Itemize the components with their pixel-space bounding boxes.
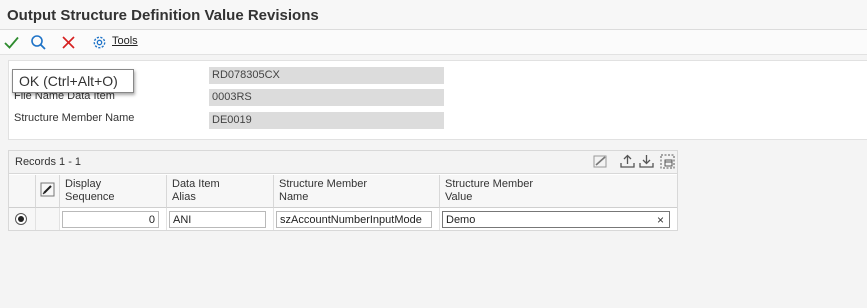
col-head-display-sequence[interactable]: Display Sequence <box>60 175 167 208</box>
col-head-structure-member-value[interactable]: Structure Member Value <box>440 175 677 208</box>
col-head-data-item-alias[interactable]: Data Item Alias <box>167 175 274 208</box>
export-upload-icon[interactable] <box>619 153 636 170</box>
structure-member-value-text: Demo <box>446 214 476 226</box>
data-item-alias-input[interactable]: ANI <box>169 211 266 228</box>
tools-menu-button[interactable]: Tools <box>112 35 138 47</box>
col-head-structure-member-name[interactable]: Structure Member Name <box>274 175 440 208</box>
table-row-structure-member-value-cell: Demo × <box>440 208 677 230</box>
col-head-select <box>9 175 36 208</box>
grid-header-bar: Records 1 - 1 <box>9 151 677 174</box>
table-row-structure-member-name-cell: szAccountNumberInputMode <box>274 208 440 230</box>
col-head-edit <box>36 175 60 208</box>
ok-check-icon[interactable] <box>3 34 20 51</box>
table-row-edit-cell <box>36 208 60 230</box>
structure-member-value-input[interactable]: Demo × <box>442 211 670 228</box>
page-title: Output Structure Definition Value Revisi… <box>7 7 319 24</box>
title-bar: Output Structure Definition Value Revisi… <box>0 0 867 30</box>
row-select-radio[interactable] <box>15 213 27 225</box>
import-download-icon[interactable] <box>638 153 655 170</box>
find-search-icon[interactable] <box>30 34 47 51</box>
table-row-display-sequence-cell: 0 <box>60 208 167 230</box>
header-form-panel: RD078305CX File Name Data Item 0003RS St… <box>8 60 867 140</box>
grid-pencil-icon[interactable] <box>40 182 55 197</box>
file-name-data-item-value: 0003RS <box>209 89 444 106</box>
tools-gear-icon[interactable] <box>91 34 108 51</box>
clear-value-icon[interactable]: × <box>657 213 664 227</box>
toolbar: Tools <box>0 30 867 55</box>
records-count: Records 1 - 1 <box>15 156 82 168</box>
display-sequence-input[interactable]: 0 <box>62 211 159 228</box>
structure-member-name-input[interactable]: szAccountNumberInputMode <box>276 211 432 228</box>
table-row-data-item-alias-cell: ANI <box>167 208 274 230</box>
field-value-1: RD078305CX <box>209 67 444 84</box>
table-row-select-cell <box>9 208 36 230</box>
grid-maximize-icon[interactable] <box>659 153 676 170</box>
records-grid: Records 1 - 1 Display Sequence Data Item… <box>8 150 678 231</box>
structure-member-name-value: DE0019 <box>209 112 444 129</box>
structure-member-name-label: Structure Member Name <box>14 112 135 124</box>
grid-edit-icon[interactable] <box>592 153 609 170</box>
cancel-x-icon[interactable] <box>60 34 77 51</box>
ok-tooltip: OK (Ctrl+Alt+O) <box>12 69 134 93</box>
